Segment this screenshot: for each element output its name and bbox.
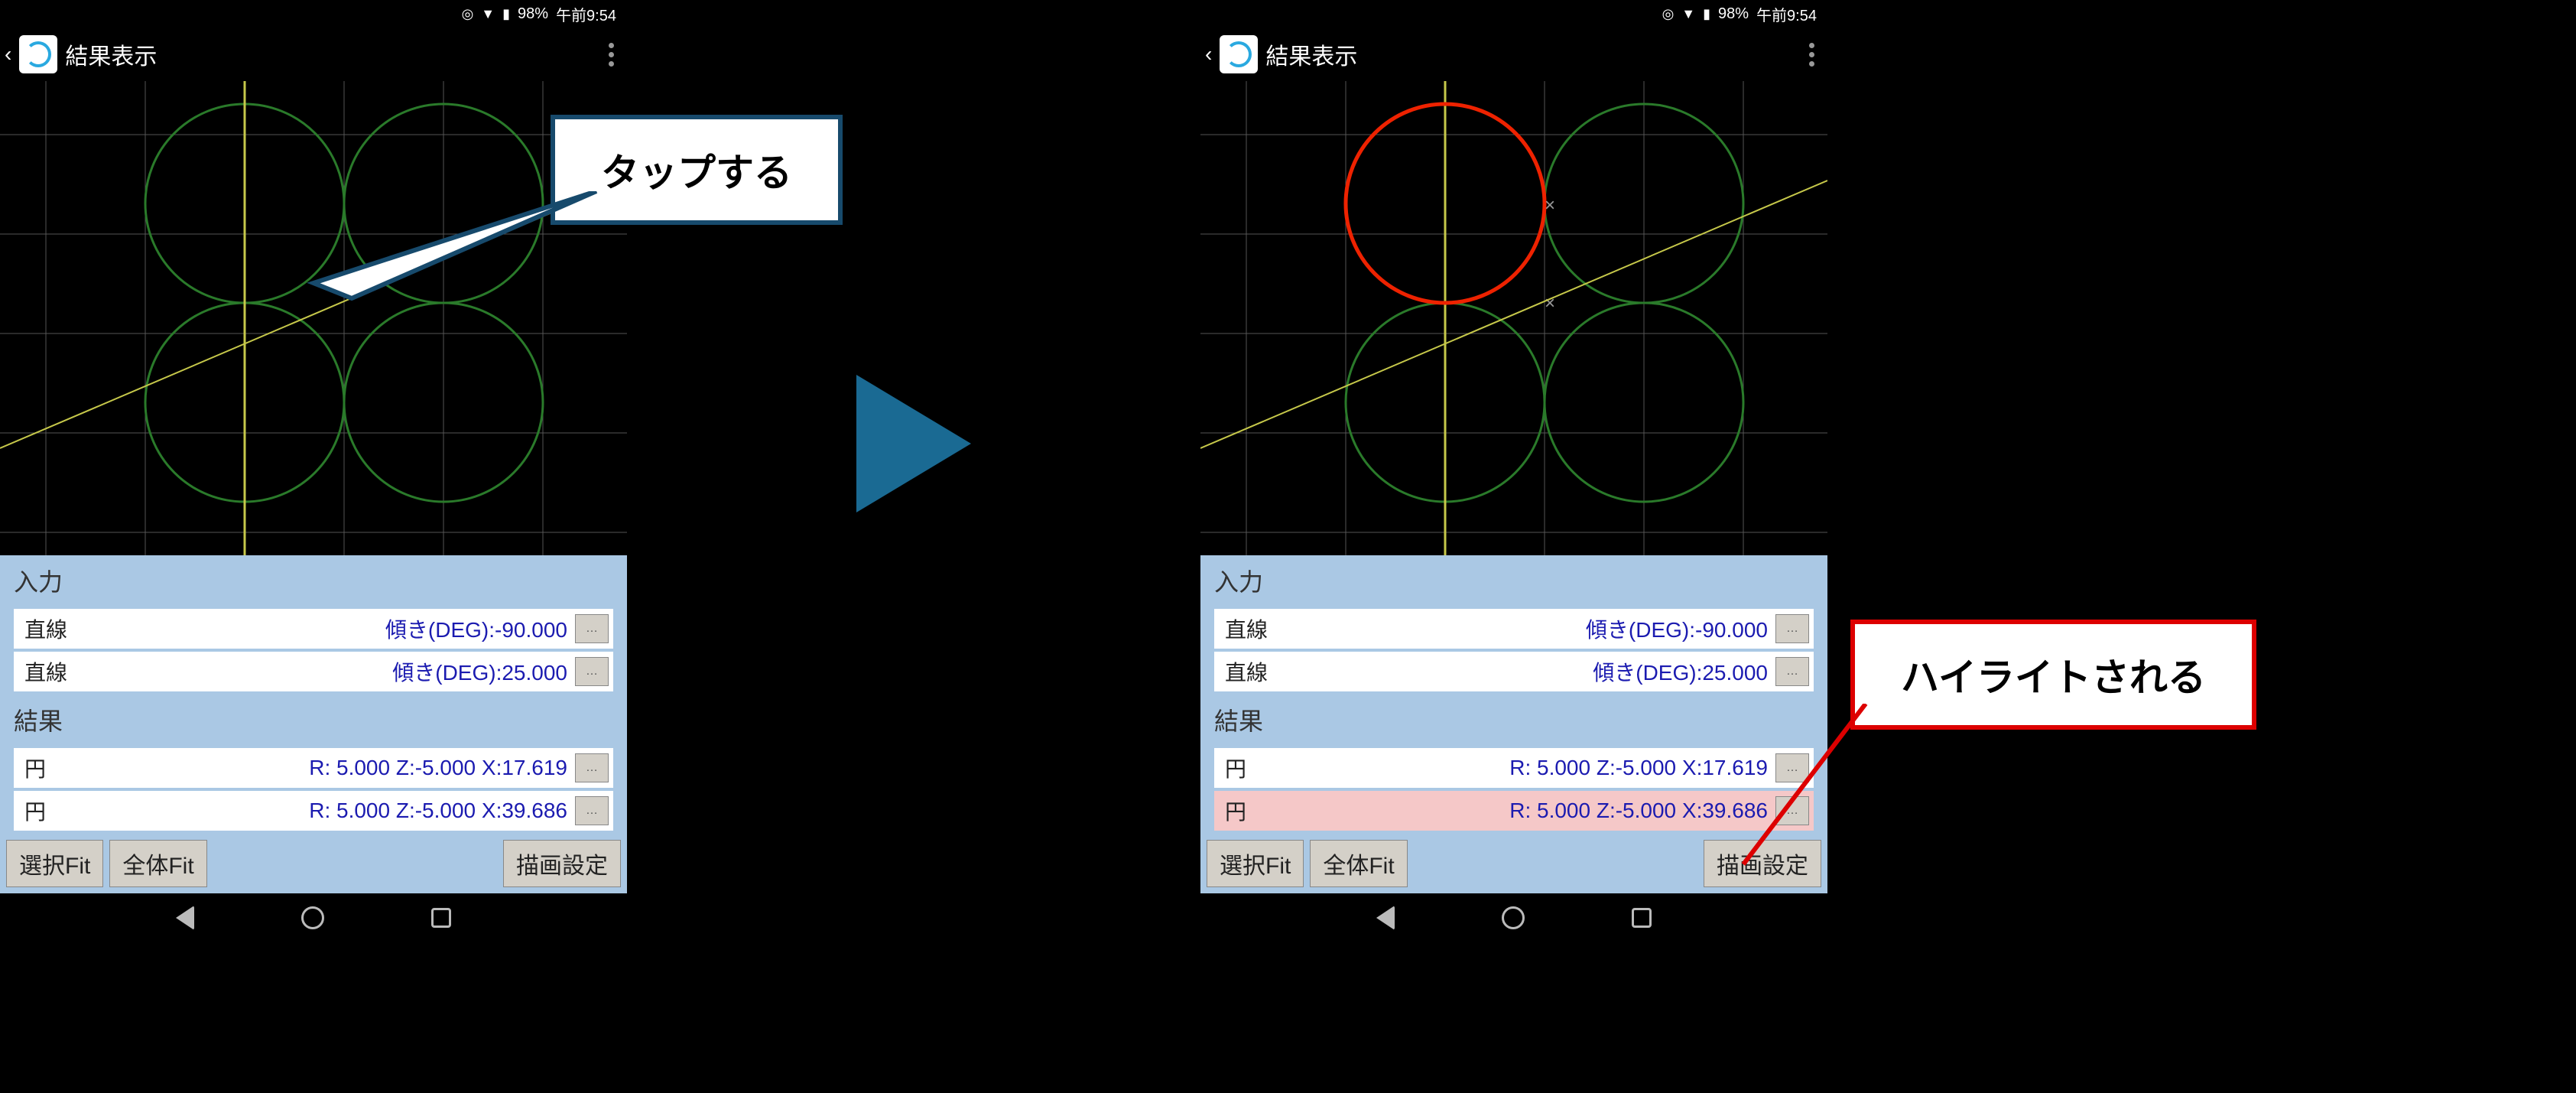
callout-tap-pointer <box>306 191 612 306</box>
button-bar: 選択Fit 全体Fit 描画設定 <box>1200 834 1827 893</box>
wifi-icon: ▼ <box>481 6 495 22</box>
row-value: R: 5.000 Z:-5.000 X:39.686 <box>101 799 575 823</box>
status-bar: ◎ ▼ ▮ 98% 午前9:54 <box>1200 0 1827 28</box>
app-bar: ‹ 結果表示 <box>1200 28 1827 81</box>
row-label: 円 <box>1225 753 1301 783</box>
result-row-2-highlighted[interactable]: 円 R: 5.000 Z:-5.000 X:39.686 … <box>1214 791 1814 831</box>
nav-recent-icon[interactable] <box>431 908 451 928</box>
row-options-button[interactable]: … <box>575 614 609 643</box>
all-fit-button[interactable]: 全体Fit <box>1310 840 1407 887</box>
row-label: 直線 <box>24 656 101 687</box>
row-options-button[interactable]: … <box>1775 657 1809 686</box>
row-value: R: 5.000 Z:-5.000 X:39.686 <box>1301 799 1775 823</box>
row-label: 円 <box>24 795 101 826</box>
nav-back-icon[interactable] <box>176 906 194 930</box>
button-bar: 選択Fit 全体Fit 描画設定 <box>0 834 627 893</box>
result-row-1[interactable]: 円 R: 5.000 Z:-5.000 X:17.619 … <box>1214 748 1814 788</box>
canvas[interactable] <box>0 81 627 555</box>
result-panel: 入力 直線 傾き(DEG):-90.000 … 直線 傾き(DEG):25.00… <box>1200 555 1827 893</box>
row-options-button[interactable]: … <box>575 657 609 686</box>
nav-back-icon[interactable] <box>1376 906 1395 930</box>
result-row-1[interactable]: 円 R: 5.000 Z:-5.000 X:17.619 … <box>14 748 613 788</box>
select-fit-button[interactable]: 選択Fit <box>1207 840 1304 887</box>
row-value: 傾き(DEG):25.000 <box>101 656 575 687</box>
phone-after: ◎ ▼ ▮ 98% 午前9:54 ‹ 結果表示 × <box>1200 0 1827 1017</box>
input-header: 入力 <box>0 555 627 606</box>
row-value: 傾き(DEG):-90.000 <box>1301 613 1775 644</box>
status-bar: ◎ ▼ ▮ 98% 午前9:54 <box>0 0 627 28</box>
row-value: 傾き(DEG):-90.000 <box>101 613 575 644</box>
row-label: 円 <box>24 753 101 783</box>
input-row-2[interactable]: 直線 傾き(DEG):25.000 … <box>14 652 613 691</box>
row-value: 傾き(DEG):25.000 <box>1301 656 1775 687</box>
callout-highlight: ハイライトされる <box>1850 620 2256 730</box>
all-fit-button[interactable]: 全体Fit <box>109 840 206 887</box>
wifi-icon: ▼ <box>1681 6 1695 22</box>
app-logo <box>19 35 57 73</box>
vibrate-icon: ◎ <box>462 6 474 22</box>
transition-arrow-icon <box>856 375 971 512</box>
row-options-button[interactable]: … <box>1775 614 1809 643</box>
row-label: 直線 <box>24 613 101 644</box>
app-logo <box>1220 35 1258 73</box>
back-icon[interactable]: ‹ <box>1205 42 1212 67</box>
phone-before: ◎ ▼ ▮ 98% 午前9:54 ‹ 結果表示 <box>0 0 627 1017</box>
row-value: R: 5.000 Z:-5.000 X:17.619 <box>1301 756 1775 780</box>
row-label: 直線 <box>1225 656 1301 687</box>
nav-home-icon[interactable] <box>301 906 324 929</box>
callout-highlight-pointer <box>1736 704 1889 872</box>
vibrate-icon: ◎ <box>1662 6 1675 22</box>
android-nav <box>1200 893 1827 942</box>
svg-text:×: × <box>1545 195 1555 216</box>
result-panel: 入力 直線 傾き(DEG):-90.000 … 直線 傾き(DEG):25.00… <box>0 555 627 893</box>
svg-text:×: × <box>1545 293 1555 314</box>
input-header: 入力 <box>1200 555 1827 606</box>
app-title: 結果表示 <box>65 37 592 71</box>
clock: 午前9:54 <box>556 3 616 25</box>
input-row-1[interactable]: 直線 傾き(DEG):-90.000 … <box>14 609 613 649</box>
nav-home-icon[interactable] <box>1502 906 1525 929</box>
row-options-button[interactable]: … <box>575 753 609 782</box>
row-options-button[interactable]: … <box>575 796 609 825</box>
draw-settings-button[interactable]: 描画設定 <box>503 840 621 887</box>
battery-icon: ▮ <box>1703 6 1710 22</box>
menu-icon[interactable] <box>599 43 622 67</box>
result-header: 結果 <box>0 695 627 745</box>
battery-icon: ▮ <box>502 6 510 22</box>
result-row-2[interactable]: 円 R: 5.000 Z:-5.000 X:39.686 … <box>14 791 613 831</box>
menu-icon[interactable] <box>1800 43 1823 67</box>
battery-text: 98% <box>1718 5 1749 23</box>
select-fit-button[interactable]: 選択Fit <box>6 840 103 887</box>
result-header: 結果 <box>1200 695 1827 745</box>
input-row-1[interactable]: 直線 傾き(DEG):-90.000 … <box>1214 609 1814 649</box>
nav-recent-icon[interactable] <box>1632 908 1652 928</box>
canvas[interactable]: × × <box>1200 81 1827 555</box>
battery-text: 98% <box>518 5 548 23</box>
app-bar: ‹ 結果表示 <box>0 28 627 81</box>
app-title: 結果表示 <box>1265 37 1792 71</box>
row-value: R: 5.000 Z:-5.000 X:17.619 <box>101 756 575 780</box>
row-label: 円 <box>1225 795 1301 826</box>
android-nav <box>0 893 627 942</box>
input-row-2[interactable]: 直線 傾き(DEG):25.000 … <box>1214 652 1814 691</box>
row-label: 直線 <box>1225 613 1301 644</box>
back-icon[interactable]: ‹ <box>5 42 11 67</box>
clock: 午前9:54 <box>1756 3 1817 25</box>
